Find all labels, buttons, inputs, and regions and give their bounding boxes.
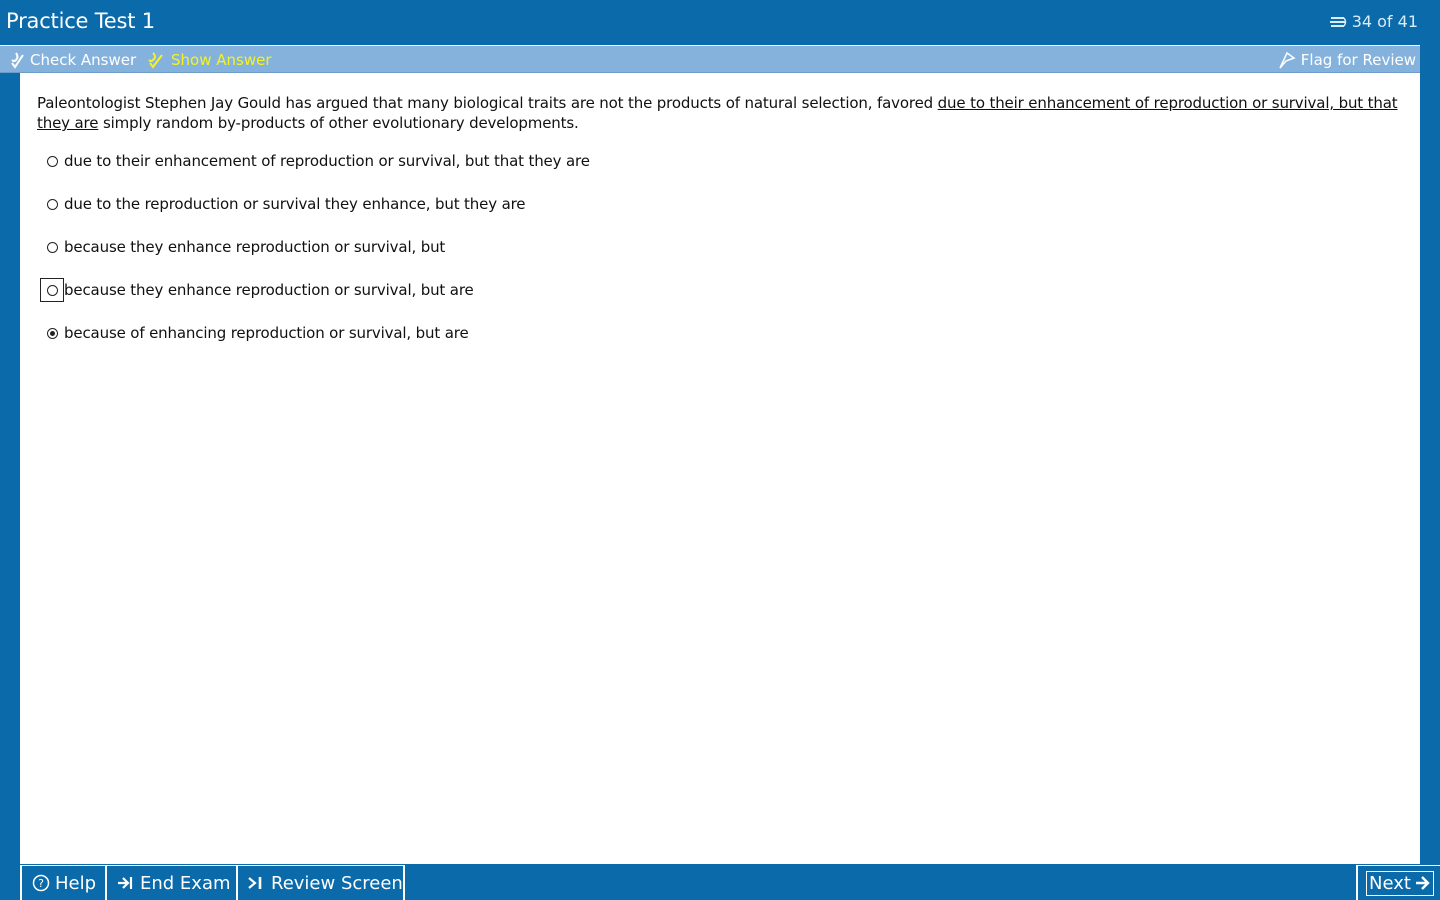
show-answer-button[interactable]: Show Answer — [147, 49, 272, 71]
check-answer-icon — [8, 51, 26, 69]
help-button[interactable]: ? Help — [20, 865, 105, 900]
flag-for-review-button[interactable]: Flag for Review — [1277, 49, 1416, 71]
choice-a-radio[interactable] — [46, 155, 58, 167]
check-answer-button[interactable]: Check Answer — [8, 49, 136, 71]
choice-c-radio-wrap[interactable] — [40, 235, 64, 259]
question-counter: 34 of 41 — [1328, 12, 1418, 31]
app-title: Practice Test 1 — [6, 9, 155, 33]
choice-c-radio[interactable] — [46, 241, 58, 253]
check-answer-label: Check Answer — [30, 51, 137, 69]
show-answer-icon — [147, 51, 167, 69]
choice-e-label: because of enhancing reproduction or sur… — [64, 324, 469, 342]
help-icon: ? — [32, 874, 50, 892]
choice-d-label: because they enhance reproduction or sur… — [64, 281, 474, 299]
answer-choice-e[interactable]: because of enhancing reproduction or sur… — [40, 320, 469, 346]
question-panel: Paleontologist Stephen Jay Gould has arg… — [20, 73, 1420, 864]
choice-b-radio-wrap[interactable] — [40, 192, 64, 216]
question-progress: 34 of 41 — [1351, 12, 1418, 31]
stem-text-after: simply random by-products of other evolu… — [98, 114, 579, 132]
help-label: Help — [55, 872, 97, 894]
choice-d-radio[interactable] — [46, 284, 58, 296]
choice-e-radio[interactable] — [46, 327, 58, 339]
next-label: Next — [1369, 872, 1411, 894]
next-button-focus-ring[interactable]: Next — [1366, 870, 1434, 896]
next-button[interactable]: Next — [1356, 865, 1440, 900]
answer-choice-d[interactable]: because they enhance reproduction or sur… — [40, 277, 474, 303]
flag-icon — [1277, 50, 1297, 70]
answer-choice-c[interactable]: because they enhance reproduction or sur… — [40, 234, 445, 260]
navigation-bar: ? Help End Exam Review Screen Next — [0, 864, 1440, 900]
choice-a-label: due to their enhancement of reproduction… — [64, 152, 590, 170]
end-exam-label: End Exam — [140, 872, 231, 894]
questions-stack-icon — [1328, 14, 1348, 30]
review-screen-icon — [248, 875, 266, 891]
question-stem: Paleontologist Stephen Jay Gould has arg… — [37, 93, 1402, 133]
answer-choice-a[interactable]: due to their enhancement of reproduction… — [40, 148, 590, 174]
choice-b-label: due to the reproduction or survival they… — [64, 195, 526, 213]
end-exam-icon — [117, 875, 135, 891]
review-screen-button[interactable]: Review Screen — [236, 865, 405, 900]
answer-toolbar: Check Answer Show Answer Flag for Review — [0, 45, 1420, 73]
stem-text-before: Paleontologist Stephen Jay Gould has arg… — [37, 94, 938, 112]
show-answer-label: Show Answer — [171, 51, 272, 69]
choice-c-label: because they enhance reproduction or sur… — [64, 238, 446, 256]
choice-a-radio-wrap[interactable] — [40, 149, 64, 173]
arrow-right-icon — [1415, 875, 1431, 891]
choice-b-radio[interactable] — [46, 198, 58, 210]
choice-e-radio-wrap[interactable] — [40, 321, 64, 345]
answer-choice-b[interactable]: due to the reproduction or survival they… — [40, 191, 526, 217]
flag-for-review-label: Flag for Review — [1300, 51, 1416, 69]
review-screen-label: Review Screen — [271, 872, 403, 894]
svg-text:?: ? — [38, 877, 44, 890]
end-exam-button[interactable]: End Exam — [105, 865, 236, 900]
choice-d-radio-wrap[interactable] — [40, 278, 64, 302]
title-bar: Practice Test 1 34 of 41 — [0, 0, 1440, 44]
